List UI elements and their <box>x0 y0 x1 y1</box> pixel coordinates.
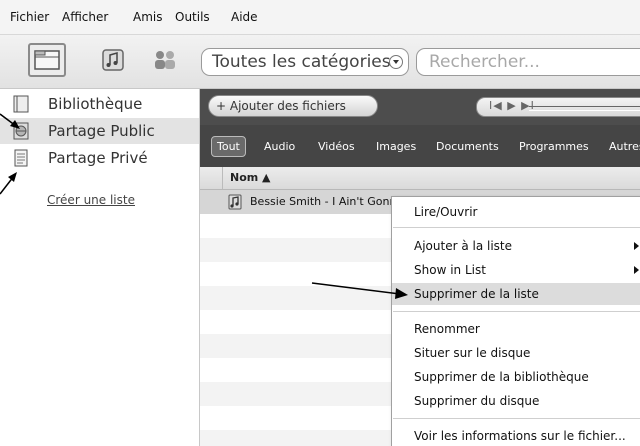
create-list-link[interactable]: Créer une liste <box>47 193 135 207</box>
menu-item-label: Renommer <box>414 322 480 336</box>
player-bar: + Ajouter des fichiers I◀ ▶ ▶I <box>200 89 640 125</box>
menu-item-locate-on-disk[interactable]: Situer sur le disque <box>392 342 640 364</box>
tab-programs[interactable]: Programmes <box>519 140 589 153</box>
sidebar-item-label: Bibliothèque <box>48 95 143 113</box>
audio-file-icon <box>228 194 242 210</box>
menu-bar: Fichier Afficher Amis Outils Aide <box>0 0 640 35</box>
menu-item-delete-from-disk[interactable]: Supprimer du disque <box>392 390 640 412</box>
table-header: Nom ▲ <box>200 167 640 190</box>
menu-amis[interactable]: Amis <box>133 10 162 24</box>
arrowhead-icon <box>8 172 17 182</box>
filter-bar: Tout Audio Vidéos Images Documents Progr… <box>200 125 640 167</box>
media-player-button[interactable] <box>94 43 132 77</box>
menu-item-show-in-list[interactable]: Show in List <box>392 259 640 281</box>
sidebar: Bibliothèque Partage Public Partage Priv… <box>0 89 200 446</box>
menu-item-rename[interactable]: Renommer <box>392 318 640 340</box>
menu-item-open[interactable]: Lire/Ouvrir <box>392 201 640 223</box>
menu-item-remove-from-list[interactable]: Supprimer de la liste <box>392 283 640 305</box>
tab-audio[interactable]: Audio <box>264 140 295 153</box>
add-files-label: + Ajouter des fichiers <box>216 99 346 113</box>
tab-others[interactable]: Autres <box>609 140 640 153</box>
menu-separator <box>393 227 640 228</box>
app-window: Fichier Afficher Amis Outils Aide Toutes… <box>0 0 640 446</box>
menu-item-remove-from-library[interactable]: Supprimer de la bibliothèque <box>392 366 640 388</box>
arrowhead-icon <box>10 120 20 129</box>
column-separator <box>222 167 223 189</box>
menu-item-label: Supprimer du disque <box>414 394 540 408</box>
library-icon <box>34 50 60 70</box>
annotation-arrow-line <box>311 282 401 295</box>
library-view-button[interactable] <box>28 43 66 77</box>
chevron-down-icon <box>389 55 403 69</box>
menu-separator <box>393 418 640 419</box>
sidebar-item-label: Partage Public <box>48 122 155 140</box>
annotation-arrows-left <box>0 113 20 195</box>
menu-item-label: Supprimer de la liste <box>414 287 539 301</box>
context-menu: Lire/Ouvrir Ajouter à la liste Show in L… <box>391 196 640 446</box>
tab-videos[interactable]: Vidéos <box>318 140 355 153</box>
menu-aide[interactable]: Aide <box>231 10 258 24</box>
menu-item-label: Lire/Ouvrir <box>414 205 478 219</box>
annotation-arrow-menu <box>311 282 408 299</box>
toolbar: Toutes les catégories Rechercher... <box>0 35 640 89</box>
friends-button[interactable] <box>146 43 184 77</box>
sidebar-item-label: Partage Privé <box>48 149 148 167</box>
music-icon <box>102 49 124 71</box>
menu-item-label: Voir les informations sur le fichier... <box>414 429 626 443</box>
menu-item-label: Situer sur le disque <box>414 346 531 360</box>
arrowhead-icon <box>395 288 408 299</box>
add-files-button[interactable]: + Ajouter des fichiers <box>208 95 378 117</box>
submenu-arrow-icon <box>634 266 639 274</box>
menu-item-label: Show in List <box>414 263 486 277</box>
tab-images[interactable]: Images <box>376 140 416 153</box>
search-input[interactable]: Rechercher... <box>416 48 640 76</box>
friends-icon <box>155 51 175 69</box>
menu-outils[interactable]: Outils <box>175 10 210 24</box>
menu-afficher[interactable]: Afficher <box>62 10 108 24</box>
menu-fichier[interactable]: Fichier <box>10 10 49 24</box>
menu-item-label: Ajouter à la liste <box>414 239 513 253</box>
tab-all[interactable]: Tout <box>211 136 246 157</box>
category-select-value: Toutes les catégories <box>212 52 391 72</box>
menu-item-label: Supprimer de la bibliothèque <box>414 370 589 384</box>
submenu-arrow-icon <box>634 242 639 250</box>
media-player-controls[interactable]: I◀ ▶ ▶I <box>476 97 640 117</box>
category-select[interactable]: Toutes les catégories <box>201 48 409 76</box>
tab-documents[interactable]: Documents <box>436 140 499 153</box>
progress-track[interactable] <box>529 106 640 111</box>
column-header-name[interactable]: Nom ▲ <box>230 171 271 184</box>
playback-controls[interactable]: I◀ ▶ ▶I <box>489 99 535 112</box>
menu-separator <box>393 311 640 312</box>
menu-item-file-info[interactable]: Voir les informations sur le fichier... <box>392 425 640 446</box>
menu-item-add-to-list[interactable]: Ajouter à la liste <box>392 235 640 257</box>
search-placeholder: Rechercher... <box>429 52 540 72</box>
